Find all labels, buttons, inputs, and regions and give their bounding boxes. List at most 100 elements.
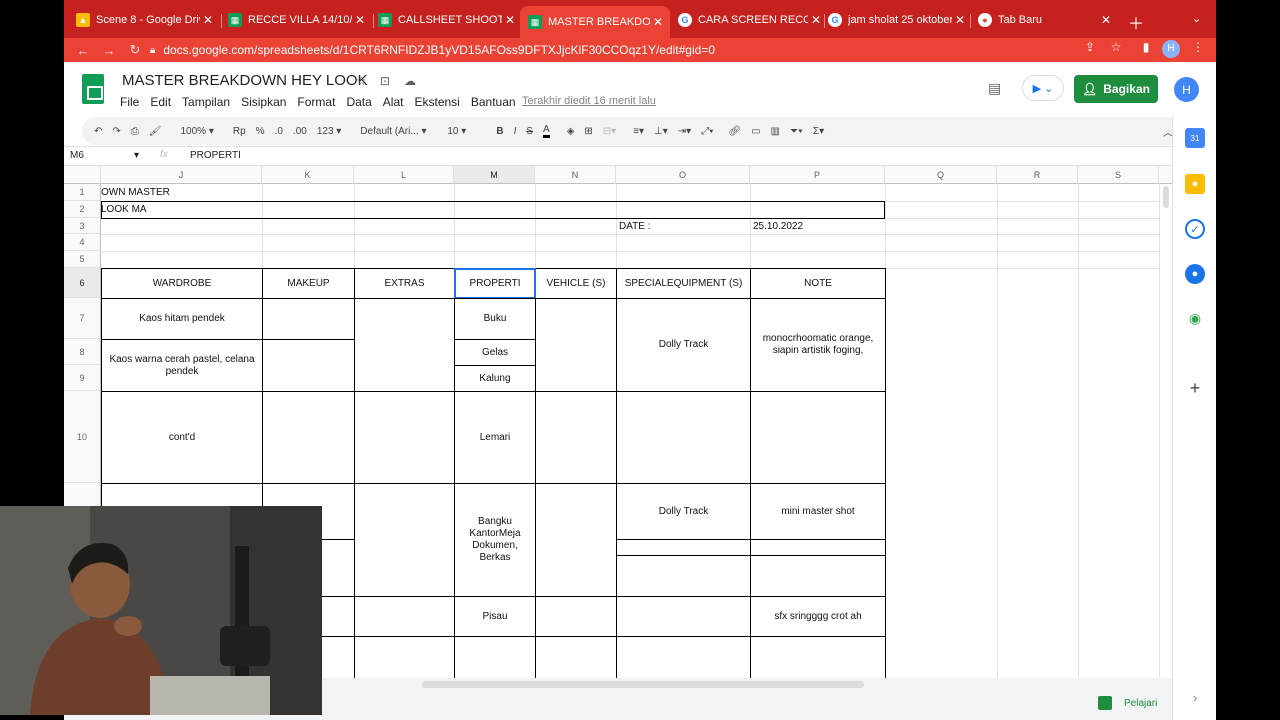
comment-icon[interactable]: ▤ (988, 80, 1001, 97)
cell-k8[interactable] (262, 339, 355, 392)
horizontal-scroll-thumb[interactable] (422, 681, 864, 688)
currency-format[interactable]: Rp (233, 126, 246, 137)
row-header-3[interactable]: 3 (64, 218, 101, 234)
cell-j7[interactable]: Kaos hitam pendek (101, 298, 263, 340)
cell-l10[interactable] (354, 391, 455, 484)
functions-icon[interactable]: Σ▾ (813, 126, 824, 137)
row-header-5[interactable]: 5 (64, 251, 101, 268)
column-header-j[interactable]: J (101, 166, 262, 184)
vertical-align-icon[interactable]: ⊥▾ (654, 126, 668, 137)
header-special-equipment[interactable]: SPECIALEQUIPMENT (S) (616, 268, 751, 299)
cell-n14[interactable] (535, 596, 617, 637)
back-button[interactable]: ← (70, 43, 96, 58)
maps-icon[interactable]: ◉ (1185, 308, 1205, 328)
cell-m14[interactable]: Pisau (454, 596, 536, 637)
cell-p15[interactable] (750, 636, 886, 678)
cell-p13[interactable] (750, 555, 886, 597)
cell-o13[interactable] (616, 555, 751, 597)
star-icon[interactable]: ☆ (356, 74, 367, 88)
row-header-1[interactable]: 1 (64, 184, 101, 201)
strikethrough-icon[interactable]: S (526, 126, 533, 137)
cell-l11[interactable] (354, 483, 455, 597)
cell-j2[interactable]: LOOK MA (101, 204, 147, 215)
paint-format-icon[interactable]: 🖌︎ (149, 126, 162, 137)
tab-jam-sholat[interactable]: G jam sholat 25 oktober ✕ (828, 8, 968, 32)
cell-o7[interactable]: Dolly Track (616, 298, 751, 392)
menu-format[interactable]: Format (297, 95, 335, 109)
font-size-select[interactable]: 10 ▾ (447, 126, 477, 137)
menu-bantuan[interactable]: Bantuan (471, 95, 516, 109)
formula-input[interactable]: PROPERTI (190, 150, 241, 161)
last-edit-link[interactable]: Terakhir diedit 16 menit lalu (522, 95, 656, 107)
bookmark-star-icon[interactable]: ☆ (1106, 40, 1126, 54)
cell-o15[interactable] (616, 636, 751, 678)
close-icon[interactable]: ✕ (808, 13, 824, 27)
column-header-m[interactable]: M (454, 166, 535, 184)
column-header-s[interactable]: S (1078, 166, 1159, 184)
cell-m7[interactable]: Buku (454, 298, 536, 340)
vertical-scrollbar[interactable] (1159, 166, 1172, 184)
cell-l7[interactable] (354, 298, 455, 392)
increase-decimal[interactable]: .00 (293, 126, 307, 137)
insert-link-icon[interactable]: 🔗︎ (728, 126, 741, 137)
menu-kebab-icon[interactable]: ⋮ (1188, 40, 1208, 54)
percent-format[interactable]: % (256, 126, 265, 137)
text-rotation-icon[interactable]: ⤢▾ (701, 126, 713, 137)
profile-avatar[interactable]: H (1162, 40, 1180, 58)
explore-button[interactable]: Pelajari (1098, 696, 1157, 710)
insert-chart-icon[interactable]: ▥ (771, 126, 780, 137)
tab-search-chevron-icon[interactable]: ⌄ (1192, 12, 1201, 25)
merged-row-2[interactable] (101, 201, 885, 219)
redo-icon[interactable]: ↷ (112, 126, 120, 137)
share-page-icon[interactable]: ⇪ (1080, 40, 1100, 54)
horizontal-align-icon[interactable]: ≡▾ (633, 126, 644, 137)
header-extras[interactable]: EXTRAS (354, 268, 455, 299)
menu-alat[interactable]: Alat (383, 95, 404, 109)
tab-new[interactable]: ● Tab Baru ✕ (978, 8, 1114, 32)
column-header-q[interactable]: Q (885, 166, 997, 184)
row-header-10[interactable]: 10 (64, 391, 101, 483)
move-folder-icon[interactable]: ⊡ (380, 74, 390, 88)
close-icon[interactable]: ✕ (952, 13, 968, 27)
print-icon[interactable]: ⎙ (131, 126, 139, 137)
close-icon[interactable]: ✕ (200, 13, 216, 27)
reload-button[interactable]: ↻ (122, 42, 148, 58)
cell-o12[interactable] (616, 539, 751, 556)
header-wardrobe[interactable]: WARDROBE (101, 268, 263, 299)
cell-n15[interactable] (535, 636, 617, 678)
filter-icon[interactable]: ⏷▾ (790, 126, 803, 137)
cloud-saved-icon[interactable]: ☁ (404, 74, 416, 88)
undo-icon[interactable]: ↶ (94, 126, 102, 137)
close-icon[interactable]: ✕ (1098, 13, 1114, 27)
cell-p11[interactable]: mini master shot (750, 483, 886, 540)
close-icon[interactable]: ✕ (352, 13, 368, 27)
cell-o14[interactable] (616, 596, 751, 637)
forward-button[interactable]: → (96, 43, 122, 58)
cell-k10[interactable] (262, 391, 355, 484)
cell-m11[interactable]: Bangku KantorMeja Dokumen, Berkas (454, 483, 536, 597)
cell-l14[interactable] (354, 596, 455, 637)
column-header-r[interactable]: R (997, 166, 1078, 184)
menu-sisipkan[interactable]: Sisipkan (241, 95, 286, 109)
calendar-icon[interactable]: 31 (1185, 128, 1205, 148)
vertical-scroll-thumb[interactable] (1163, 186, 1169, 208)
row-header-2[interactable]: 2 (64, 201, 101, 218)
tab-scene-8[interactable]: ▲ Scene 8 - Google Driv ✕ (76, 8, 216, 32)
column-header-n[interactable]: N (535, 166, 616, 184)
cell-m15[interactable] (454, 636, 536, 678)
menu-file[interactable]: File (120, 95, 139, 109)
header-makeup[interactable]: MAKEUP (262, 268, 355, 299)
cell-p10[interactable] (750, 391, 886, 484)
row-header-8[interactable]: 8 (64, 339, 101, 365)
cell-m10[interactable]: Lemari (454, 391, 536, 484)
number-format-select[interactable]: 123 ▾ (317, 126, 342, 137)
new-tab-button[interactable]: ＋ (1128, 10, 1144, 34)
merge-cells-icon[interactable]: ⊟▾ (603, 126, 616, 137)
tab-master-breakdown[interactable]: ▦ MASTER BREAKDOWN ✕ (520, 6, 670, 38)
expand-panel-chevron-icon[interactable]: › (1185, 688, 1205, 708)
bold-icon[interactable]: B (496, 126, 503, 137)
contacts-icon[interactable]: ● (1185, 264, 1205, 284)
cell-j1[interactable]: OWN MASTER (101, 187, 170, 198)
address-bar[interactable]: 🔒︎ docs.google.com/spreadsheets/d/1CRT6R… (150, 39, 1150, 61)
name-box[interactable]: M6 ▾ (70, 150, 144, 161)
